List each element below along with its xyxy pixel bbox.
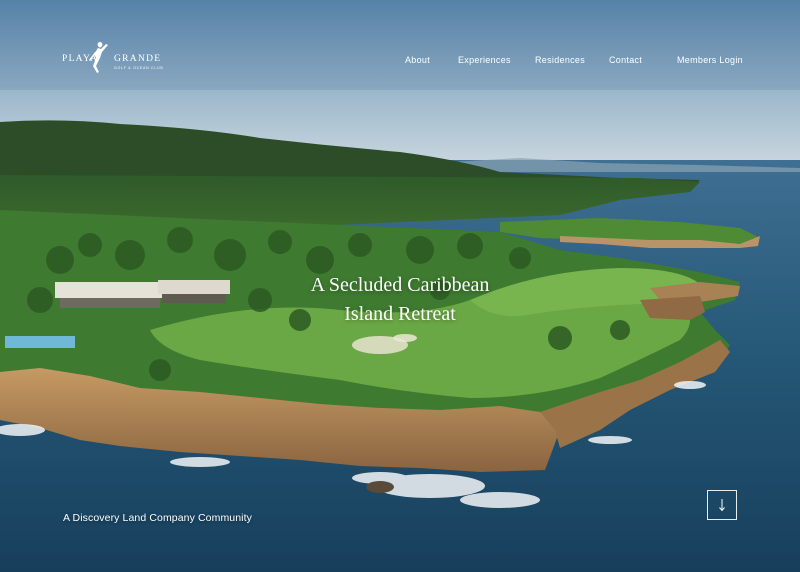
hero-section: PLAYA GRANDE GOLF & OCEAN CLUB About Exp… xyxy=(0,0,800,572)
community-caption: A Discovery Land Company Community xyxy=(63,512,252,524)
scroll-down-button[interactable] xyxy=(707,490,737,520)
nav-link-contact[interactable]: Contact xyxy=(609,55,642,65)
hero-headline-line2: Island Retreat xyxy=(344,303,456,326)
hero-headline-line1: A Secluded Caribbean xyxy=(310,274,490,297)
nav-link-about[interactable]: About xyxy=(405,55,430,65)
nav-link-experiences[interactable]: Experiences xyxy=(458,55,511,65)
nav-link-residences[interactable]: Residences xyxy=(535,55,585,65)
nav-link-members-login[interactable]: Members Login xyxy=(677,55,743,65)
main-menu: About Experiences Residences Contact Mem… xyxy=(0,55,800,69)
arrow-down-icon xyxy=(719,499,725,512)
hero-headline: A Secluded Caribbean Island Retreat xyxy=(250,271,550,329)
top-navigation: PLAYA GRANDE GOLF & OCEAN CLUB About Exp… xyxy=(0,0,800,120)
